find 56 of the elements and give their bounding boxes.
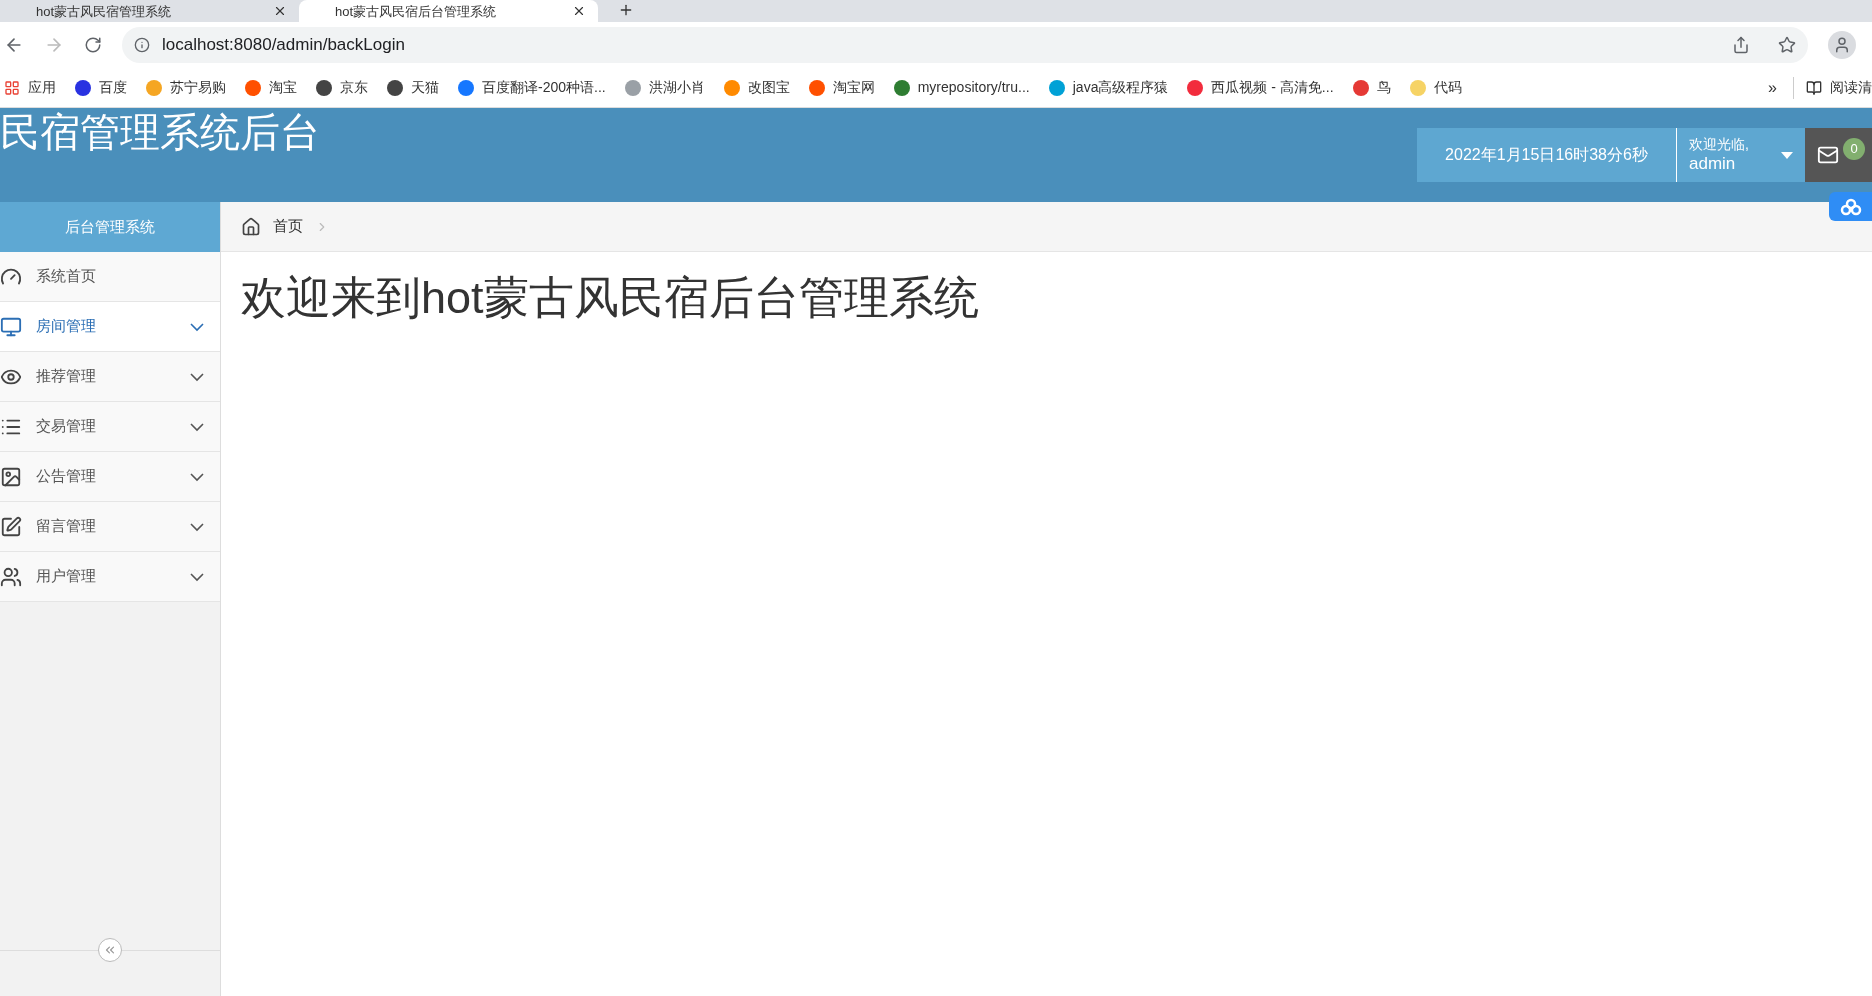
sidebar-item[interactable]: 房间管理 bbox=[0, 302, 220, 352]
bookmark-item[interactable]: 淘宝 bbox=[245, 77, 297, 98]
message-count-badge: 0 bbox=[1843, 138, 1865, 160]
bookmark-item[interactable]: 京东 bbox=[316, 77, 368, 98]
bookmark-item[interactable]: 应用 bbox=[4, 77, 56, 98]
info-icon[interactable] bbox=[134, 37, 150, 53]
cloud-widget-icon[interactable] bbox=[1829, 192, 1872, 221]
sidebar-item[interactable]: 交易管理 bbox=[0, 402, 220, 452]
breadcrumb-link[interactable]: 首页 bbox=[273, 215, 303, 238]
reading-list-label[interactable]: 阅读清 bbox=[1830, 77, 1872, 98]
url-text: localhost:8080/admin/backLogin bbox=[162, 34, 406, 57]
home-icon bbox=[241, 216, 261, 237]
caret-icon bbox=[1781, 151, 1793, 159]
bookmark-item[interactable]: 改图宝 bbox=[723, 77, 790, 98]
image-icon bbox=[0, 465, 22, 488]
reload-icon[interactable] bbox=[84, 36, 102, 54]
bookmark-item[interactable]: 苏宁易购 bbox=[146, 77, 226, 98]
bookmark-item[interactable]: 洪湖小肖 bbox=[624, 77, 705, 98]
datetime-display: 2022年1月15日16时38分6秒 bbox=[1417, 128, 1676, 182]
sidebar-item[interactable]: 系统首页 bbox=[0, 252, 220, 302]
sidebar-title: 后台管理系统 bbox=[0, 202, 220, 252]
profile-avatar[interactable] bbox=[1828, 31, 1856, 59]
close-icon[interactable] bbox=[572, 4, 586, 18]
greeting-text: 欢迎光临, bbox=[1689, 135, 1749, 154]
bookmark-star-icon[interactable] bbox=[1778, 36, 1796, 54]
more-bookmarks-button[interactable]: » bbox=[1768, 75, 1777, 100]
bookmark-item[interactable]: 西瓜视频 - 高清免... bbox=[1187, 77, 1334, 98]
browser-tab[interactable]: hot蒙古风民宿管理系统 bbox=[0, 0, 299, 22]
users-icon bbox=[0, 565, 22, 588]
bookmark-item[interactable]: java高级程序猿 bbox=[1048, 77, 1169, 98]
tab-title: hot蒙古风民宿后台管理系统 bbox=[334, 4, 498, 18]
bookmark-item[interactable]: 鸟 bbox=[1352, 77, 1391, 98]
sidebar-item[interactable]: 留言管理 bbox=[0, 502, 220, 552]
address-bar[interactable]: localhost:8080/admin/backLogin bbox=[122, 27, 1808, 63]
share-icon[interactable] bbox=[1732, 36, 1750, 54]
sidebar-item[interactable]: 公告管理 bbox=[0, 452, 220, 502]
sidebar-item[interactable]: 推荐管理 bbox=[0, 352, 220, 402]
username-text: admin bbox=[1689, 153, 1737, 175]
bookmark-item[interactable]: 百度翻译-200种语... bbox=[458, 77, 606, 98]
mail-icon bbox=[1817, 144, 1839, 166]
bookmark-item[interactable]: 代码 bbox=[1409, 77, 1462, 98]
bookmark-item[interactable]: myrepository/tru... bbox=[893, 77, 1030, 98]
reading-list-icon[interactable] bbox=[1806, 79, 1822, 96]
new-tab-icon[interactable] bbox=[618, 2, 634, 18]
bookmark-item[interactable]: 天猫 bbox=[387, 77, 439, 98]
double-chevron-left-icon bbox=[103, 943, 117, 957]
sidebar-item[interactable]: 用户管理 bbox=[0, 552, 220, 602]
bookmark-item[interactable]: 百度 bbox=[75, 77, 127, 98]
browser-tab[interactable]: hot蒙古风民宿后台管理系统 bbox=[299, 0, 598, 22]
pencil-square-icon bbox=[0, 515, 22, 538]
site-title: 民宿管理系统后台 bbox=[0, 112, 320, 152]
close-icon[interactable] bbox=[273, 4, 287, 18]
welcome-heading: 欢迎来到hot蒙古风民宿后台管理系统 bbox=[241, 271, 980, 325]
monitor-icon bbox=[0, 315, 22, 338]
bookmark-item[interactable]: 淘宝网 bbox=[808, 77, 875, 98]
tab-title: hot蒙古风民宿管理系统 bbox=[35, 4, 173, 18]
